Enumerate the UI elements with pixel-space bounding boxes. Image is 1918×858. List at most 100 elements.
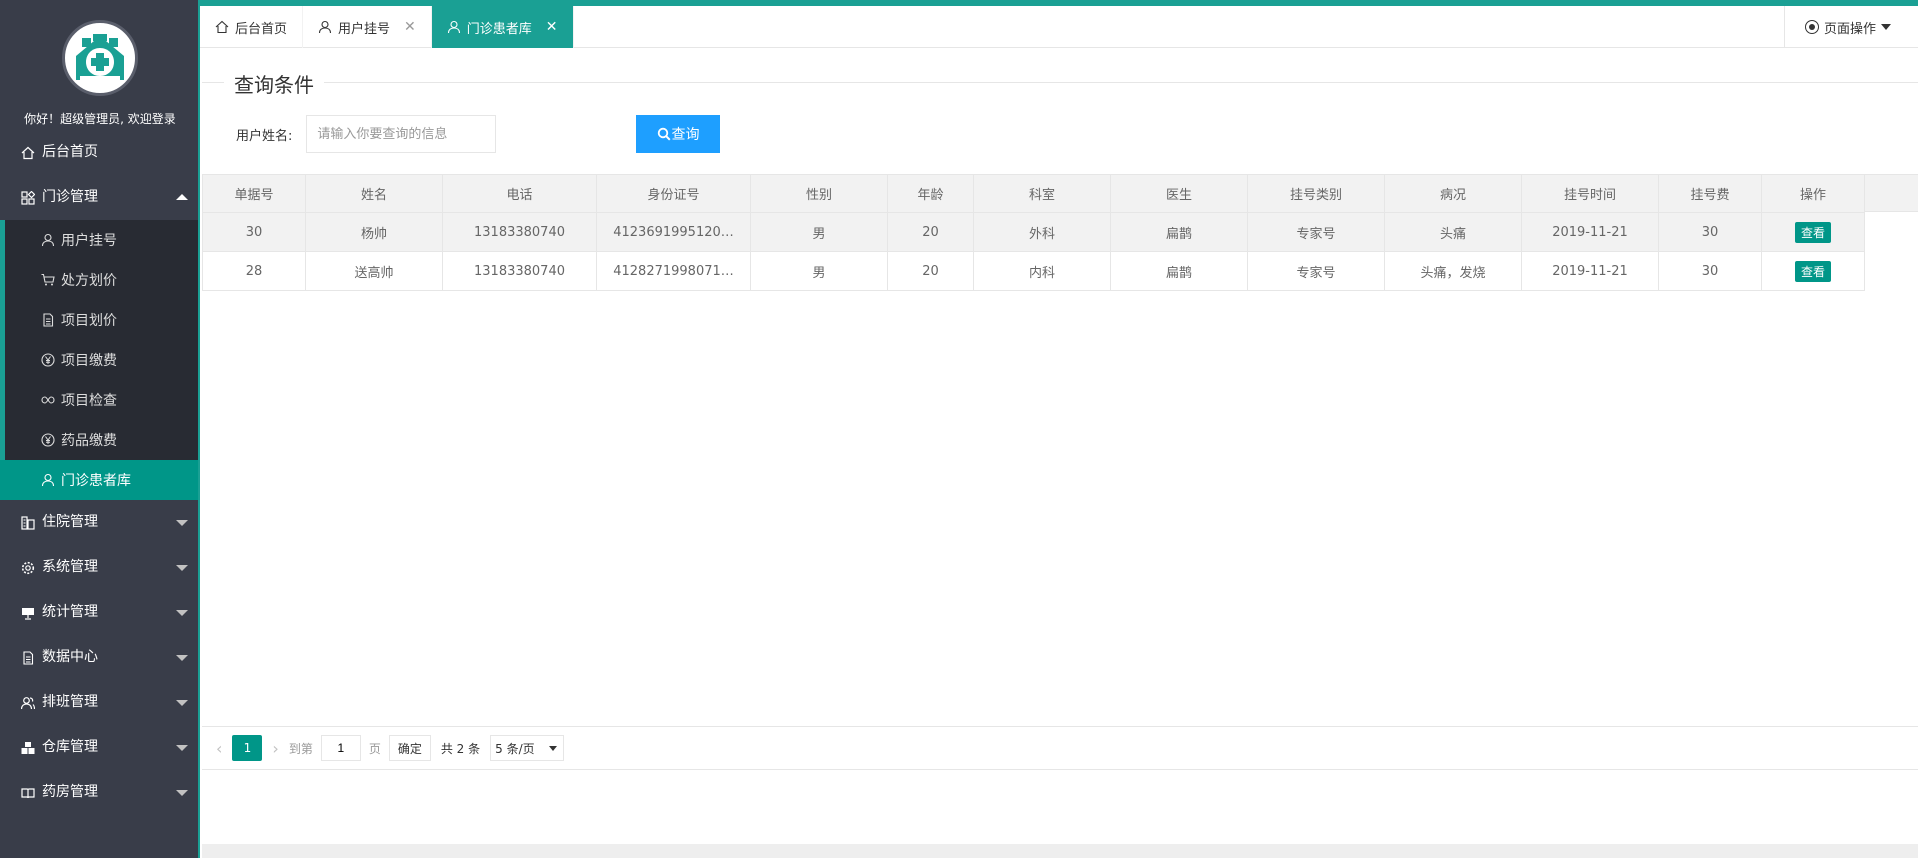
table-cell: 内科: [973, 251, 1111, 291]
home-icon: [215, 20, 229, 34]
goto-label: 到第: [288, 741, 313, 756]
table-cell: 4123691995120…: [596, 212, 751, 252]
close-icon[interactable]: ✕: [404, 19, 416, 35]
sub-item-label: 门诊患者库: [61, 473, 131, 489]
column-header[interactable]: 电话: [442, 174, 597, 213]
table-cell: 扁鹊: [1110, 251, 1248, 291]
current-page-button[interactable]: 1: [232, 735, 263, 761]
sidebar-item-project-check[interactable]: 项目检查: [5, 380, 200, 420]
sidebar-item-patient-library[interactable]: 门诊患者库: [0, 460, 200, 500]
table-cell: 13183380740: [442, 212, 597, 252]
sidebar-item-label: 后台首页: [42, 144, 98, 160]
sidebar-item-label: 排班管理: [42, 694, 98, 710]
goto-page-input[interactable]: [320, 735, 361, 761]
user-icon: [40, 232, 56, 248]
next-page-icon[interactable]: ›: [272, 739, 278, 758]
column-header[interactable]: 科室: [973, 174, 1111, 213]
tab-label: 门诊患者库: [466, 21, 532, 37]
sidebar-menu: 后台首页 门诊管理 用户挂号 处方划价 项目划价 项目缴费 项目检查 药品缴费 …: [0, 130, 200, 815]
table-cell: 30: [1658, 212, 1762, 252]
chevron-down-icon: [176, 745, 188, 751]
sidebar-item-warehouse[interactable]: 仓库管理: [0, 725, 200, 770]
table-cell: 专家号: [1247, 212, 1385, 252]
patient-table: 单据号 姓名 电话 身份证号 性别 年龄 科室 医生 挂号类别 病况 挂号时间 …: [202, 174, 1865, 291]
column-header[interactable]: 姓名: [305, 174, 443, 213]
table-row[interactable]: 28 送高帅 13183380740 4128271998071… 男 20 内…: [202, 251, 1865, 291]
tab-patient-library[interactable]: 门诊患者库 ✕: [431, 6, 574, 48]
close-icon[interactable]: ✕: [546, 19, 558, 35]
column-header[interactable]: 性别: [750, 174, 888, 213]
document-icon: [20, 650, 36, 666]
horizontal-scrollbar[interactable]: [202, 844, 1918, 858]
table-cell: 30: [202, 212, 306, 252]
chevron-up-icon: [176, 194, 188, 200]
tab-home[interactable]: 后台首页: [200, 6, 304, 48]
tab-label: 后台首页: [235, 21, 288, 37]
sidebar-item-schedule[interactable]: 排班管理: [0, 680, 200, 725]
target-icon: [1805, 20, 1819, 34]
sidebar-header: 你好！超级管理员, 欢迎登录: [0, 0, 200, 130]
sidebar-item-label: 数据中心: [42, 649, 98, 665]
home-icon: [20, 145, 36, 161]
column-header[interactable]: 挂号费: [1658, 174, 1762, 213]
sidebar-item-project-payment[interactable]: 项目缴费: [5, 340, 200, 380]
column-header[interactable]: 单据号: [202, 174, 306, 213]
sidebar-item-project-pricing[interactable]: 项目划价: [5, 300, 200, 340]
prev-page-icon[interactable]: ‹: [216, 739, 222, 758]
sidebar-item-label: 统计管理: [42, 604, 98, 620]
page-unit-label: 页: [368, 741, 381, 756]
table-cell: 20: [887, 212, 974, 252]
table-cell: 头痛: [1384, 212, 1522, 252]
sidebar-item-label: 系统管理: [42, 559, 98, 575]
sidebar-item-home[interactable]: 后台首页: [0, 130, 200, 175]
goto-confirm-button[interactable]: 确定: [388, 735, 431, 761]
sidebar-item-inpatient[interactable]: 住院管理: [0, 500, 200, 545]
sub-item-label: 项目划价: [61, 313, 117, 329]
sidebar-item-data-center[interactable]: 数据中心: [0, 635, 200, 680]
sidebar-item-statistics[interactable]: 统计管理: [0, 590, 200, 635]
tab-label: 用户挂号: [338, 21, 391, 37]
sidebar-item-clinic[interactable]: 门诊管理: [0, 175, 200, 220]
column-header[interactable]: 年龄: [887, 174, 974, 213]
table-cell: 13183380740: [442, 251, 597, 291]
column-header[interactable]: 医生: [1110, 174, 1248, 213]
chart-icon: [20, 605, 36, 621]
sidebar-item-user-register[interactable]: 用户挂号: [5, 220, 200, 260]
search-button[interactable]: 查询: [636, 115, 720, 153]
sidebar-item-system[interactable]: 系统管理: [0, 545, 200, 590]
yen-icon: [40, 432, 56, 448]
table-cell: 30: [1658, 251, 1762, 291]
column-header[interactable]: 病况: [1384, 174, 1522, 213]
per-page-value: 5 条/页: [495, 741, 535, 756]
table-cell: 头痛，发烧: [1384, 251, 1522, 291]
column-header[interactable]: 挂号时间: [1521, 174, 1659, 213]
pagination: ‹ 1 › 到第 页 确定 共 2 条 5 条/页: [202, 726, 1918, 770]
column-header[interactable]: 身份证号: [596, 174, 751, 213]
username-search-input[interactable]: [306, 115, 497, 153]
sub-item-label: 用户挂号: [61, 233, 117, 249]
user-icon: [447, 20, 461, 34]
tab-user-register[interactable]: 用户挂号 ✕: [303, 6, 432, 48]
table-header-filler: [1865, 174, 1918, 212]
table-cell: 查看: [1761, 212, 1865, 252]
view-button[interactable]: 查看: [1794, 221, 1831, 243]
total-count: 共 2 条: [440, 741, 481, 756]
page-operations-label: 页面操作: [1824, 21, 1877, 37]
view-button[interactable]: 查看: [1794, 260, 1831, 282]
hospital-logo-icon: [62, 20, 138, 96]
chevron-down-icon: [176, 700, 188, 706]
table-row[interactable]: 30 杨帅 13183380740 4123691995120… 男 20 外科…: [202, 212, 1865, 252]
chevron-down-icon: [176, 790, 188, 796]
page-operations-dropdown[interactable]: 页面操作: [1784, 6, 1918, 48]
per-page-select[interactable]: 5 条/页: [490, 735, 565, 761]
user-icon: [40, 472, 56, 488]
main-content: 查询条件 用户姓名: 查询 单据号 姓名 电话 身份证号: [202, 49, 1918, 858]
sidebar-item-pharmacy[interactable]: 药房管理: [0, 770, 200, 815]
users-icon: [20, 695, 36, 711]
query-form: 用户姓名:: [236, 115, 497, 153]
column-header[interactable]: 操作: [1761, 174, 1865, 213]
column-header[interactable]: 挂号类别: [1247, 174, 1385, 213]
sidebar-item-prescription-pricing[interactable]: 处方划价: [5, 260, 200, 300]
sidebar-item-drug-payment[interactable]: 药品缴费: [5, 420, 200, 460]
chevron-down-icon: [176, 520, 188, 526]
